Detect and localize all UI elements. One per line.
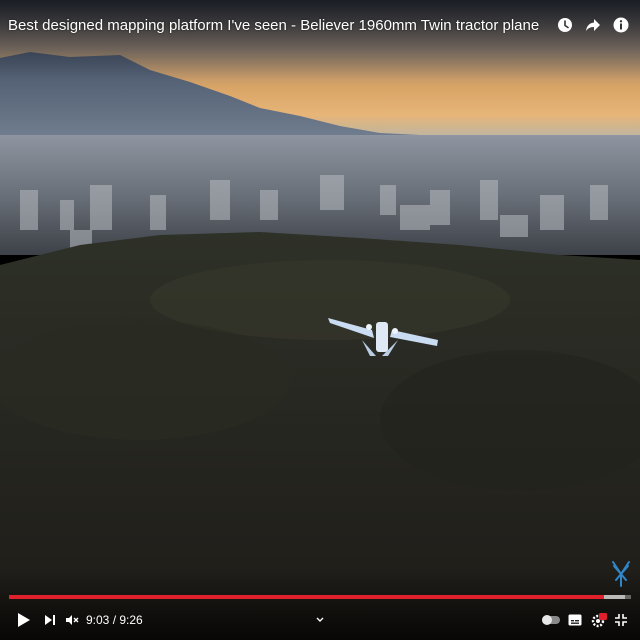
- play-button[interactable]: [12, 606, 36, 634]
- autoplay-toggle-icon: [542, 615, 560, 625]
- share-arrow-icon[interactable]: [582, 13, 604, 37]
- top-overlay: [0, 0, 640, 80]
- duration: 9:26: [119, 613, 143, 627]
- video-frame: [0, 0, 640, 640]
- current-time: 9:03: [86, 613, 110, 627]
- progress-played: [9, 595, 605, 599]
- fullscreen-button[interactable]: [612, 606, 630, 634]
- next-button[interactable]: [40, 606, 60, 634]
- video-title[interactable]: Best designed mapping platform I've seen…: [8, 17, 539, 34]
- control-bar: 9:03 / 9:26: [0, 606, 640, 634]
- clock-icon[interactable]: [554, 13, 576, 37]
- chevron-down-button[interactable]: [312, 606, 328, 634]
- next-icon: [45, 615, 55, 625]
- chevron-down-icon: [316, 617, 324, 622]
- top-actions: [554, 13, 632, 37]
- time-display: 9:03 / 9:26: [86, 613, 143, 627]
- autoplay-toggle[interactable]: [540, 606, 562, 634]
- mute-button[interactable]: [62, 606, 82, 634]
- subtitles-icon: [568, 614, 582, 626]
- progress-bar[interactable]: [9, 594, 631, 600]
- time-separator: /: [109, 613, 120, 627]
- info-icon[interactable]: [610, 13, 632, 37]
- volume-muted-icon: [66, 615, 79, 625]
- exit-fullscreen-icon: [615, 614, 627, 626]
- settings-button[interactable]: [588, 606, 610, 634]
- gear-icon: [591, 613, 607, 628]
- subtitles-button[interactable]: [566, 606, 584, 634]
- channel-watermark-icon[interactable]: [610, 560, 632, 593]
- video-player[interactable]: Best designed mapping platform I've seen…: [0, 0, 640, 640]
- play-icon: [18, 613, 30, 627]
